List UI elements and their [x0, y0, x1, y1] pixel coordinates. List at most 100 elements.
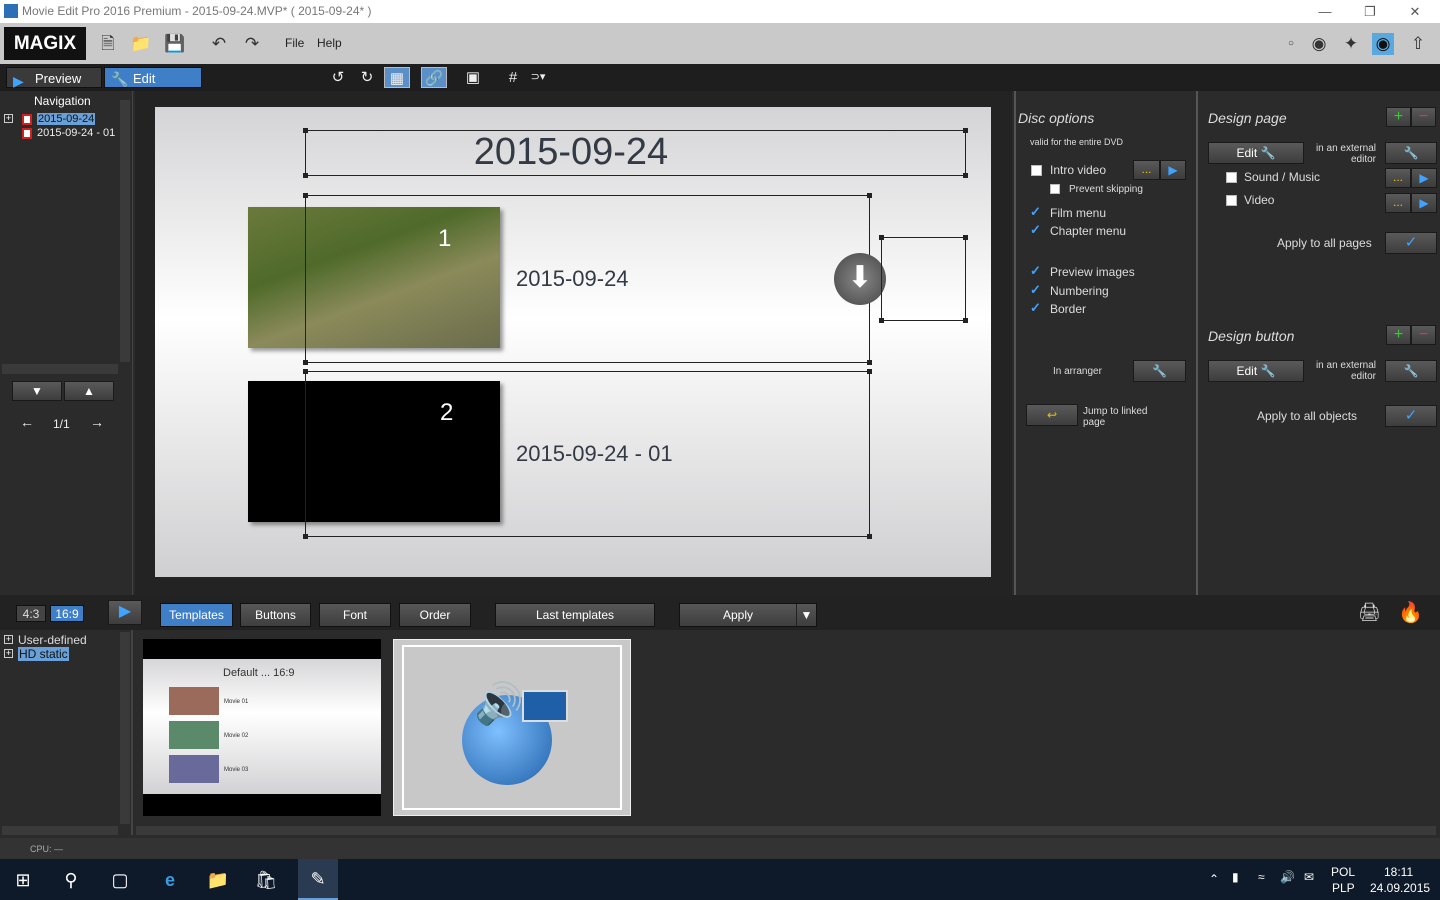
- video-browse-button[interactable]: ...: [1385, 193, 1411, 213]
- grid-icon[interactable]: #: [500, 67, 526, 88]
- empty-button-frame[interactable]: [879, 235, 968, 323]
- template-thumbnail-online[interactable]: 🔊: [393, 639, 631, 816]
- menu-file[interactable]: File: [285, 36, 304, 50]
- video-play-button[interactable]: ▶: [1411, 193, 1437, 213]
- record-icon[interactable]: ○: [1280, 33, 1302, 55]
- tab-buttons[interactable]: Buttons: [240, 603, 311, 627]
- in-arranger-button[interactable]: 🔧: [1133, 360, 1186, 382]
- apply-all-objects-button[interactable]: ✓: [1385, 405, 1437, 427]
- search-icon[interactable]: ⚲: [58, 867, 84, 893]
- nav-item-2[interactable]: 2015-09-24 - 01: [4, 127, 124, 140]
- language-secondary[interactable]: PLP: [1332, 881, 1355, 895]
- preview-images-checkbox[interactable]: ✓: [1030, 264, 1042, 277]
- burn-disc-icon[interactable]: 🔥: [1398, 600, 1423, 625]
- last-templates-button[interactable]: Last templates: [495, 603, 655, 627]
- design-button-add-button[interactable]: +: [1386, 325, 1411, 345]
- sound-music-browse-button[interactable]: ...: [1385, 168, 1411, 188]
- close-button[interactable]: ✕: [1395, 2, 1435, 21]
- rotate-right-icon[interactable]: ↻: [354, 67, 380, 88]
- prevent-skipping-checkbox[interactable]: [1050, 184, 1060, 194]
- movie-edit-pro-taskbar-icon[interactable]: ✎: [298, 859, 338, 900]
- design-page-add-button[interactable]: +: [1386, 107, 1411, 127]
- tree-horizontal-scrollbar[interactable]: [2, 826, 118, 835]
- upload-icon[interactable]: ⇧: [1407, 33, 1429, 55]
- nav-item-1[interactable]: + 2015-09-24: [4, 113, 124, 126]
- tab-font[interactable]: Font: [319, 603, 391, 627]
- move-up-button[interactable]: ▲: [64, 381, 114, 401]
- jump-linked-button[interactable]: ↩: [1026, 404, 1078, 426]
- tree-item-user-defined[interactable]: + User-defined: [4, 633, 119, 647]
- sound-music-play-button[interactable]: ▶: [1411, 168, 1437, 188]
- scroll-down-arrow-icon[interactable]: ⬇: [834, 253, 886, 305]
- template-thumbnail-default[interactable]: Default ... 16:9 Movie 01 Movie 02 Movie…: [143, 639, 381, 816]
- file-explorer-icon[interactable]: 📁: [205, 867, 231, 893]
- effects-icon[interactable]: ✦: [1340, 33, 1362, 55]
- save-icon[interactable]: 💾: [164, 33, 186, 55]
- tree-vertical-scrollbar[interactable]: [120, 632, 130, 824]
- battery-icon[interactable]: ▮: [1232, 870, 1239, 884]
- notification-icon[interactable]: ✉: [1304, 870, 1314, 884]
- volume-icon[interactable]: 🔊: [1280, 870, 1295, 884]
- video-checkbox[interactable]: [1226, 195, 1237, 206]
- template-horizontal-scrollbar[interactable]: [136, 826, 1436, 835]
- play-preview-button[interactable]: ▶: [108, 600, 142, 625]
- sound-music-checkbox[interactable]: [1226, 172, 1237, 183]
- chapter-menu-checkbox[interactable]: ✓: [1030, 223, 1042, 236]
- intro-video-play-button[interactable]: ▶: [1160, 160, 1186, 180]
- design-button-external-button[interactable]: 🔧: [1385, 360, 1437, 382]
- preview-label: Preview: [35, 71, 82, 86]
- new-file-icon[interactable]: 🗎: [97, 33, 119, 55]
- ratio-43-button[interactable]: 4:3: [16, 605, 46, 622]
- rotate-left-icon[interactable]: ↺: [325, 67, 351, 88]
- design-page-remove-button[interactable]: −: [1411, 107, 1436, 127]
- move-down-button[interactable]: ▼: [12, 381, 62, 401]
- intro-video-browse-button[interactable]: ...: [1133, 160, 1160, 180]
- redo-icon[interactable]: ↷: [241, 33, 263, 55]
- apply-dropdown[interactable]: Apply ▼: [679, 603, 817, 627]
- nav-vertical-scrollbar[interactable]: [120, 100, 130, 362]
- camera-icon[interactable]: ◉: [1308, 33, 1330, 55]
- prev-page-icon[interactable]: ←: [20, 414, 34, 430]
- undo-icon[interactable]: ↶: [208, 33, 230, 55]
- snap-dropdown-icon[interactable]: ⊃▾: [525, 67, 551, 88]
- preview-button[interactable]: ▶ Preview: [6, 67, 102, 89]
- ratio-169-button[interactable]: 16:9: [50, 605, 84, 622]
- edge-icon[interactable]: e: [157, 867, 183, 893]
- windows-start-icon[interactable]: ⊞: [10, 867, 36, 893]
- menu-help[interactable]: Help: [317, 36, 342, 50]
- burn-drive-icon[interactable]: 🖨: [1358, 602, 1381, 623]
- wifi-icon[interactable]: ≈: [1258, 870, 1265, 884]
- intro-video-checkbox[interactable]: [1031, 165, 1042, 176]
- language-primary[interactable]: POL: [1331, 865, 1355, 879]
- next-page-icon[interactable]: →: [90, 414, 104, 430]
- select-frame-icon[interactable]: ▦: [384, 67, 410, 88]
- screen-icon[interactable]: ▣: [460, 67, 486, 88]
- design-page-external-button[interactable]: 🔧: [1385, 142, 1437, 164]
- expand-icon[interactable]: +: [4, 635, 13, 644]
- border-checkbox[interactable]: ✓: [1030, 301, 1042, 314]
- tray-chevron-icon[interactable]: ⌃: [1209, 872, 1219, 886]
- clock-date[interactable]: 24.09.2015: [1370, 881, 1430, 895]
- design-button-remove-button[interactable]: −: [1411, 325, 1436, 345]
- apply-all-pages-button[interactable]: ✓: [1385, 232, 1437, 254]
- clock-time[interactable]: 18:11: [1384, 865, 1413, 879]
- expand-icon[interactable]: +: [4, 649, 13, 658]
- restore-button[interactable]: ❐: [1350, 2, 1390, 21]
- tree-item-hd-static[interactable]: + HD static: [4, 647, 119, 661]
- design-button-edit-button[interactable]: Edit 🔧: [1208, 360, 1304, 382]
- store-icon[interactable]: 🛍: [253, 867, 279, 893]
- chevron-down-icon[interactable]: ▼: [796, 604, 816, 626]
- nav-horizontal-scrollbar[interactable]: [2, 364, 118, 374]
- edit-button[interactable]: 🔧 Edit: [104, 67, 202, 88]
- minimize-button[interactable]: —: [1305, 2, 1345, 21]
- design-page-edit-button[interactable]: Edit 🔧: [1208, 142, 1304, 164]
- disc-icon[interactable]: ◉: [1372, 33, 1394, 55]
- numbering-checkbox[interactable]: ✓: [1030, 283, 1042, 296]
- tab-order[interactable]: Order: [399, 603, 471, 627]
- task-view-icon[interactable]: ▢: [107, 867, 133, 893]
- film-menu-checkbox[interactable]: ✓: [1030, 205, 1042, 218]
- expand-icon[interactable]: +: [4, 114, 13, 123]
- tab-templates[interactable]: Templates: [160, 603, 233, 627]
- open-folder-icon[interactable]: 📁: [130, 33, 152, 55]
- link-icon[interactable]: 🔗: [421, 67, 447, 88]
